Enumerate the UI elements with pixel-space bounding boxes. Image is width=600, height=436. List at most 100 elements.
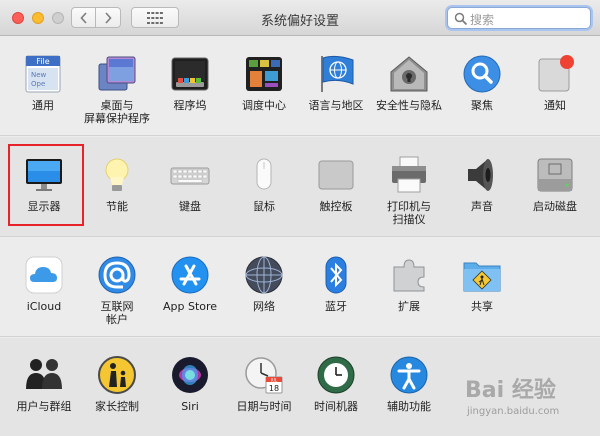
pane-siri[interactable]: Siri xyxy=(154,355,226,413)
desktop-screensaver-icon xyxy=(98,56,136,91)
pane-label: 辅助功能 xyxy=(387,400,431,413)
pane-label: 通用 xyxy=(32,99,54,112)
pane-label: 网络 xyxy=(253,300,275,313)
siri-icon xyxy=(172,357,208,393)
close-button[interactable] xyxy=(12,12,24,24)
pane-label: 触控板 xyxy=(319,200,353,213)
svg-text:File: File xyxy=(36,57,49,66)
pane-label: 桌面与 屏幕保护程序 xyxy=(84,99,150,125)
pane-label: 用户与群组 xyxy=(16,400,72,413)
pane-sound[interactable]: 声音 xyxy=(446,155,518,213)
app-store-icon xyxy=(171,256,209,294)
pane-label: 程序坞 xyxy=(173,99,207,112)
general-icon: File New Ope xyxy=(25,55,61,93)
forward-button[interactable] xyxy=(96,7,121,28)
pane-label: Siri xyxy=(181,400,199,413)
back-button[interactable] xyxy=(71,7,96,28)
system-preferences-window: 系统偏好设置 搜索 File New Ope 通用 桌面与 屏幕保护程序 程序坞… xyxy=(0,0,600,436)
pane-time-machine[interactable]: 时间机器 xyxy=(300,355,372,413)
show-all-button[interactable] xyxy=(131,7,179,28)
internet-accounts-icon xyxy=(98,256,136,294)
time-machine-icon xyxy=(317,356,355,394)
calendar-month: JUL xyxy=(270,377,278,382)
keyboard-icon xyxy=(170,167,210,185)
minimize-button[interactable] xyxy=(32,12,44,24)
pane-label: 共享 xyxy=(471,300,493,313)
svg-text:New: New xyxy=(31,71,47,79)
zoom-button[interactable] xyxy=(52,12,64,24)
pane-label: 调度中心 xyxy=(242,99,286,112)
section-internet-wireless: iCloud 互联网 帐户 App Store 网络 蓝牙 扩展 共享 xyxy=(0,238,600,337)
language-region-icon xyxy=(321,55,354,92)
pane-internet-accounts[interactable]: 互联网 帐户 xyxy=(81,255,153,326)
selection-highlight xyxy=(8,144,84,226)
pane-parental-controls[interactable]: 家长控制 xyxy=(81,355,153,413)
pane-label: 键盘 xyxy=(179,200,201,213)
bluetooth-icon xyxy=(325,256,347,294)
pane-label: 扩展 xyxy=(398,300,420,313)
accessibility-icon xyxy=(390,356,428,394)
pane-bluetooth[interactable]: 蓝牙 xyxy=(300,255,372,313)
pane-extensions[interactable]: 扩展 xyxy=(373,255,445,313)
parental-controls-icon xyxy=(98,356,136,394)
pane-label: 节能 xyxy=(106,200,128,213)
pane-spotlight[interactable]: 聚焦 xyxy=(446,54,518,112)
section-personal: File New Ope 通用 桌面与 屏幕保护程序 程序坞 调度中心 语言与地… xyxy=(0,37,600,136)
extensions-icon xyxy=(393,259,425,292)
mission-control-icon xyxy=(246,57,282,91)
grid-icon xyxy=(147,11,163,24)
pane-language-region[interactable]: 语言与地区 xyxy=(300,54,372,112)
pane-startup-disk[interactable]: 启动磁盘 xyxy=(519,155,591,213)
sound-icon xyxy=(468,159,493,191)
pane-users-groups[interactable]: 用户与群组 xyxy=(8,355,80,413)
printers-scanners-icon xyxy=(392,156,426,193)
pane-label: 安全性与隐私 xyxy=(376,99,442,112)
pane-trackpad[interactable]: 触控板 xyxy=(300,155,372,213)
date-time-icon: JUL 18 xyxy=(245,357,283,394)
notifications-icon xyxy=(538,55,574,92)
search-field[interactable]: 搜索 xyxy=(447,7,591,29)
sharing-icon xyxy=(463,262,501,292)
pane-accessibility[interactable]: 辅助功能 xyxy=(373,355,445,413)
title-bar: 系统偏好设置 搜索 xyxy=(0,0,600,36)
dock-icon xyxy=(171,57,209,91)
pane-label: 鼠标 xyxy=(253,200,275,213)
pane-date-time[interactable]: JUL 18 日期与时间 xyxy=(228,355,300,413)
pane-desktop-screensaver[interactable]: 桌面与 屏幕保护程序 xyxy=(81,54,153,125)
window-title: 系统偏好设置 xyxy=(260,14,339,29)
startup-disk-icon xyxy=(537,158,573,192)
watermark-text: Bai 经验 xyxy=(465,378,556,403)
pane-label: 语言与地区 xyxy=(308,99,364,112)
watermark-subtext: jingyan.baidu.com xyxy=(467,406,560,417)
trackpad-icon xyxy=(318,160,354,190)
energy-saver-icon xyxy=(105,158,129,191)
pane-dock[interactable]: 程序坞 xyxy=(154,54,226,112)
spotlight-icon xyxy=(463,55,501,93)
pane-label: 家长控制 xyxy=(95,400,139,413)
security-privacy-icon xyxy=(390,56,428,92)
pane-general[interactable]: File New Ope 通用 xyxy=(7,54,79,112)
pane-label: 聚焦 xyxy=(471,99,493,112)
chevron-right-icon xyxy=(105,11,112,24)
pane-label: iCloud xyxy=(26,300,62,313)
pane-mission-control[interactable]: 调度中心 xyxy=(228,54,300,112)
pane-energy-saver[interactable]: 节能 xyxy=(81,155,153,213)
pane-label: 日期与时间 xyxy=(236,400,292,413)
pane-sharing[interactable]: 共享 xyxy=(446,255,518,313)
pane-network[interactable]: 网络 xyxy=(228,255,300,313)
pane-label: 声音 xyxy=(471,200,493,213)
pane-keyboard[interactable]: 键盘 xyxy=(154,155,226,213)
pane-notifications[interactable]: 通知 xyxy=(519,54,591,112)
pane-printers-scanners[interactable]: 打印机与 扫描仪 xyxy=(373,155,445,226)
pane-label: 蓝牙 xyxy=(325,300,347,313)
pane-app-store[interactable]: App Store xyxy=(154,255,226,313)
mouse-icon xyxy=(256,158,272,190)
pane-mouse[interactable]: 鼠标 xyxy=(228,155,300,213)
pane-label: 互联网 帐户 xyxy=(100,300,134,326)
pane-label: 打印机与 扫描仪 xyxy=(387,200,431,226)
users-groups-icon xyxy=(26,359,62,389)
pane-icloud[interactable]: iCloud xyxy=(8,255,80,313)
pane-security-privacy[interactable]: 安全性与隐私 xyxy=(373,54,445,112)
icloud-icon xyxy=(25,256,63,294)
calendar-day: 18 xyxy=(269,384,279,393)
